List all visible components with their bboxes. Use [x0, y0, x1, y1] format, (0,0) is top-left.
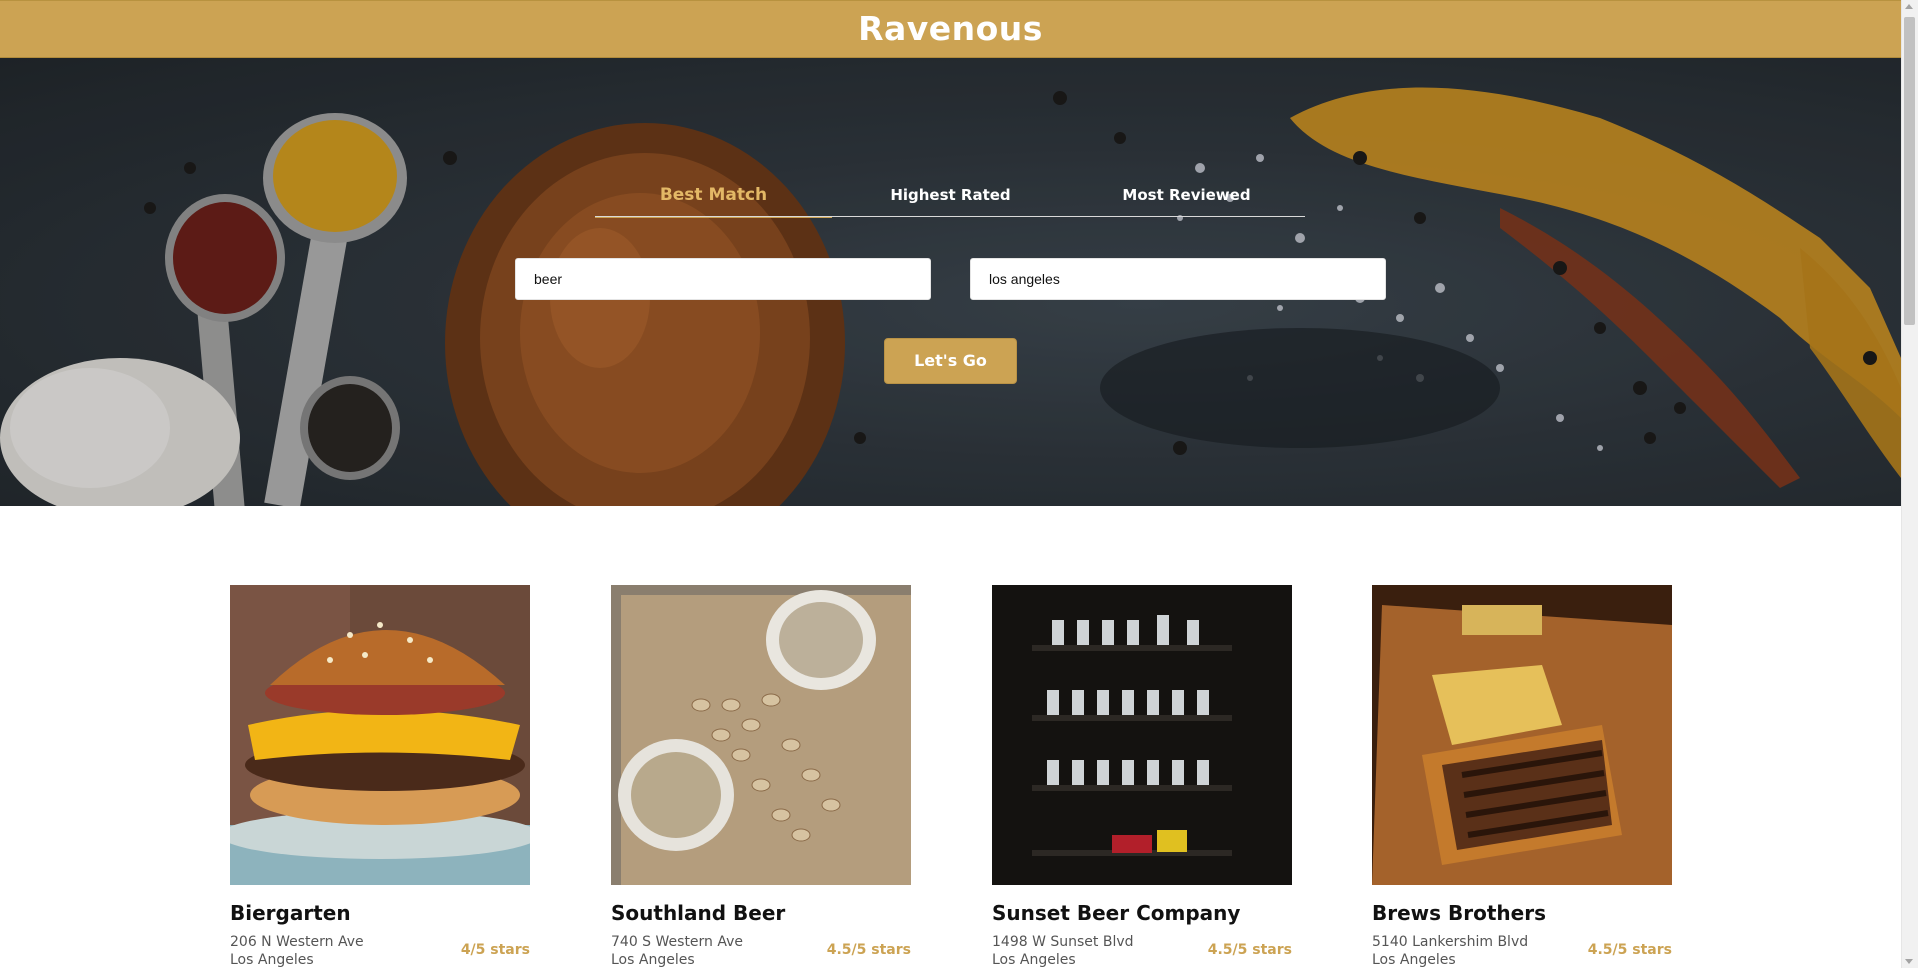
- cheeseburger-image: [230, 585, 530, 885]
- business-rating: 4.5/5 stars: [1587, 942, 1672, 958]
- beer-shelves-image: [992, 585, 1292, 885]
- business-rating: 4.5/5 stars: [1207, 942, 1292, 958]
- tab-best-match[interactable]: Best Match: [595, 185, 832, 218]
- hero-overlay: [0, 58, 1901, 506]
- lets-go-button[interactable]: Let's Go: [884, 338, 1017, 384]
- grilled-sandwich-image: [1372, 585, 1672, 885]
- app-header: Ravenous: [0, 0, 1901, 58]
- business-name: Sunset Beer Company: [992, 901, 1241, 925]
- business-info: 740 S Western Ave Los Angeles 4.5/5 star…: [611, 933, 911, 968]
- location-input[interactable]: [971, 259, 1385, 299]
- business-card[interactable]: Brews Brothers 5140 Lankershim Blvd Los …: [1372, 585, 1672, 968]
- search-term-input[interactable]: [516, 259, 930, 299]
- page: Ravenous Best Match Highest Rated Most R…: [0, 0, 1901, 968]
- tab-most-reviewed[interactable]: Most Reviewed: [1068, 186, 1305, 204]
- sort-tabs: Best Match Highest Rated Most Reviewed: [595, 185, 1305, 218]
- business-info: 206 N Western Ave Los Angeles 4/5 stars: [230, 933, 530, 968]
- location-field[interactable]: [970, 258, 1386, 300]
- scroll-down-arrow-icon[interactable]: [1905, 959, 1913, 964]
- pistachio-shells-image: [611, 585, 911, 885]
- scroll-up-arrow-icon[interactable]: [1905, 4, 1913, 9]
- business-name: Biergarten: [230, 901, 351, 925]
- business-rating: 4/5 stars: [460, 942, 530, 958]
- business-card[interactable]: Biergarten 206 N Western Ave Los Angeles…: [230, 585, 530, 968]
- search-term-field[interactable]: [515, 258, 931, 300]
- business-info: 1498 W Sunset Blvd Los Angeles 4.5/5 sta…: [992, 933, 1292, 968]
- business-name: Brews Brothers: [1372, 901, 1546, 925]
- business-rating: 4.5/5 stars: [826, 942, 911, 958]
- business-name: Southland Beer: [611, 901, 786, 925]
- business-card[interactable]: Sunset Beer Company 1498 W Sunset Blvd L…: [992, 585, 1292, 968]
- tab-highest-rated[interactable]: Highest Rated: [832, 186, 1069, 204]
- app-title: Ravenous: [858, 9, 1043, 48]
- scrollbar-thumb[interactable]: [1904, 17, 1915, 325]
- business-card[interactable]: Southland Beer 740 S Western Ave Los Ang…: [611, 585, 911, 968]
- tabs-divider: [595, 216, 1305, 217]
- business-info: 5140 Lankershim Blvd Los Angeles 4.5/5 s…: [1372, 933, 1672, 968]
- search-hero: Best Match Highest Rated Most Reviewed L…: [0, 58, 1901, 506]
